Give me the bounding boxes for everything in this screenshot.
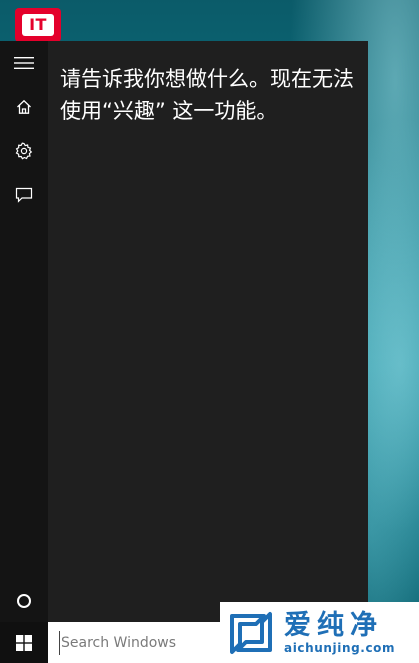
cortana-button[interactable] <box>0 581 48 621</box>
cortana-rail <box>0 41 48 622</box>
hamburger-menu-icon <box>14 57 34 69</box>
start-button[interactable] <box>0 622 48 663</box>
chat-bubble-icon <box>15 187 33 203</box>
home-icon <box>17 99 31 114</box>
home-button[interactable] <box>0 87 48 127</box>
watermark-text: 爱纯净 aichunjing.com <box>284 609 396 655</box>
watermark-logo-icon <box>230 611 272 654</box>
cortana-content: 请告诉我你想做什么。现在无法使用“兴趣” 这一功能。 <box>60 63 356 127</box>
site-logo: IT <box>15 8 61 42</box>
menu-button[interactable] <box>0 43 48 83</box>
search-box[interactable] <box>48 622 220 663</box>
gear-icon <box>15 142 33 160</box>
search-input[interactable] <box>59 630 220 655</box>
cortana-circle-icon <box>17 594 31 608</box>
cortana-message: 请告诉我你想做什么。现在无法使用“兴趣” 这一功能。 <box>60 67 354 123</box>
settings-button[interactable] <box>0 131 48 171</box>
watermark-title: 爱纯净 <box>284 609 383 641</box>
watermark-url: aichunjing.com <box>284 640 396 655</box>
feedback-button[interactable] <box>0 175 48 215</box>
site-logo-text: IT <box>22 14 54 36</box>
watermark: 爱纯净 aichunjing.com <box>220 602 419 663</box>
cortana-panel: 请告诉我你想做什么。现在无法使用“兴趣” 这一功能。 <box>0 41 368 622</box>
windows-logo-icon <box>16 634 32 651</box>
